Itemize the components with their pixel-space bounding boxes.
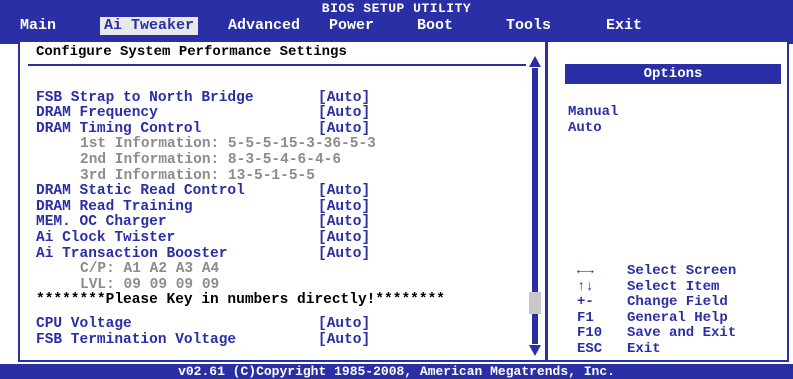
menu-main[interactable]: Main [16, 17, 60, 35]
setting-value[interactable]: [Auto] [318, 230, 370, 246]
setting-row[interactable]: FSB Termination Voltage [Auto] [36, 331, 370, 348]
top-bar: BIOS SETUP UTILITY Main Ai Tweaker Advan… [0, 0, 793, 44]
menu-ai-tweaker[interactable]: Ai Tweaker [100, 17, 199, 35]
setting-label: 2nd Information: 8-3-5-4-6-4-6 [80, 152, 342, 168]
info-line: 2nd Information: 8-3-5-4-6-4-6 [80, 152, 341, 168]
panel-heading-rule [28, 64, 526, 66]
key-description: Select Screen [627, 263, 737, 279]
setting-label: DRAM Frequency [36, 105, 158, 122]
menu-tools[interactable]: Tools [502, 17, 555, 35]
setting-label: Ai Clock Twister [36, 230, 176, 246]
info-line: 1st Information: 5-5-5-15-3-36-5-3 [80, 136, 376, 152]
setting-row[interactable]: Ai Transaction Booster [Auto] [36, 245, 370, 262]
key-description: Select Item [627, 278, 720, 295]
setting-label: FSB Termination Voltage [36, 331, 237, 348]
setting-label: Ai Overclock Tuner [36, 74, 193, 90]
setting-value[interactable]: [Auto] [318, 105, 370, 121]
setting-row[interactable]: Ai Overclock Tuner [Auto] [36, 74, 370, 90]
setting-row[interactable]: DRAM Read Training [Auto] [36, 198, 370, 215]
key-description: Save and Exit [627, 325, 737, 342]
setting-value[interactable]: [Auto] [318, 121, 370, 137]
options-title: Options [565, 64, 781, 84]
setting-value[interactable]: [Auto] [318, 316, 370, 332]
key-description: Change Field [627, 294, 728, 311]
setting-value[interactable]: [Auto] [318, 183, 370, 199]
key-name: ←→ [577, 263, 594, 279]
setting-row[interactable]: Ai Clock Twister [Auto] [36, 230, 370, 246]
key-name: F10 [577, 325, 603, 342]
setting-label: DRAM Timing Control [36, 120, 202, 137]
setting-label: CPU Voltage [36, 316, 132, 332]
key-description: General Help [627, 309, 728, 326]
setting-label: DRAM Read Training [36, 198, 193, 215]
setting-label: 1st Information: 5-5-5-15-3-36-5-3 [80, 136, 376, 153]
setting-value[interactable]: [Auto] [318, 332, 370, 348]
key-name: +- [577, 294, 594, 311]
setting-label: ********Please Key in numbers directly!*… [36, 292, 445, 309]
setting-value[interactable]: [Auto] [318, 199, 370, 215]
scroll-up-arrow-icon[interactable] [529, 56, 541, 67]
setting-label: Ai Transaction Booster [36, 245, 228, 262]
option-auto[interactable]: Auto [568, 120, 602, 136]
info-line: C/P: A1 A2 A3 A4 [80, 261, 219, 277]
instruction-note: ********Please Key in numbers directly!*… [36, 292, 445, 308]
setting-label: MEM. OC Charger [36, 214, 167, 231]
panel-divider [545, 40, 548, 362]
setting-label: LVL: 09 09 09 09 [80, 276, 220, 293]
setting-value[interactable]: [Auto] [318, 74, 370, 90]
info-line: 3rd Information: 13-5-1-5-5 [80, 168, 315, 184]
setting-label: DRAM Static Read Control [36, 183, 245, 200]
setting-row[interactable]: DRAM Frequency [Auto] [36, 105, 370, 122]
menu-exit[interactable]: Exit [602, 17, 646, 35]
setting-row[interactable]: DRAM Static Read Control [Auto] [36, 183, 370, 200]
setting-row[interactable]: CPU Voltage [Auto] [36, 316, 370, 332]
setting-row[interactable]: DRAM Timing Control [Auto] [36, 120, 370, 137]
setting-label: 3rd Information: 13-5-1-5-5 [80, 167, 315, 184]
scroll-thumb[interactable] [529, 292, 541, 314]
copyright-footer: v02.61 (C)Copyright 1985-2008, American … [0, 364, 793, 379]
setting-label: C/P: A1 A2 A3 A4 [80, 261, 220, 278]
setting-value[interactable]: [Auto] [318, 90, 370, 106]
setting-value[interactable]: [Auto] [318, 246, 370, 262]
scroll-down-arrow-icon[interactable] [529, 345, 541, 356]
menu-boot[interactable]: Boot [413, 17, 457, 35]
setting-row[interactable]: FSB Strap to North Bridge [Auto] [36, 89, 370, 106]
info-line: LVL: 09 09 09 09 [80, 277, 219, 293]
panel-heading: Configure System Performance Settings [36, 44, 347, 60]
setting-row[interactable]: MEM. OC Charger [Auto] [36, 214, 370, 231]
option-manual[interactable]: Manual [568, 104, 618, 120]
setting-label: FSB Strap to North Bridge [36, 89, 254, 106]
bios-title: BIOS SETUP UTILITY [321, 1, 472, 16]
key-name: ↑↓ [577, 278, 594, 295]
menu-advanced[interactable]: Advanced [224, 17, 304, 35]
key-description: Exit [627, 341, 661, 357]
key-name: ESC [577, 341, 603, 357]
menu-power[interactable]: Power [325, 17, 378, 35]
setting-value[interactable]: [Auto] [318, 214, 370, 230]
scrollbar[interactable] [529, 56, 541, 356]
key-name: F1 [577, 309, 594, 326]
